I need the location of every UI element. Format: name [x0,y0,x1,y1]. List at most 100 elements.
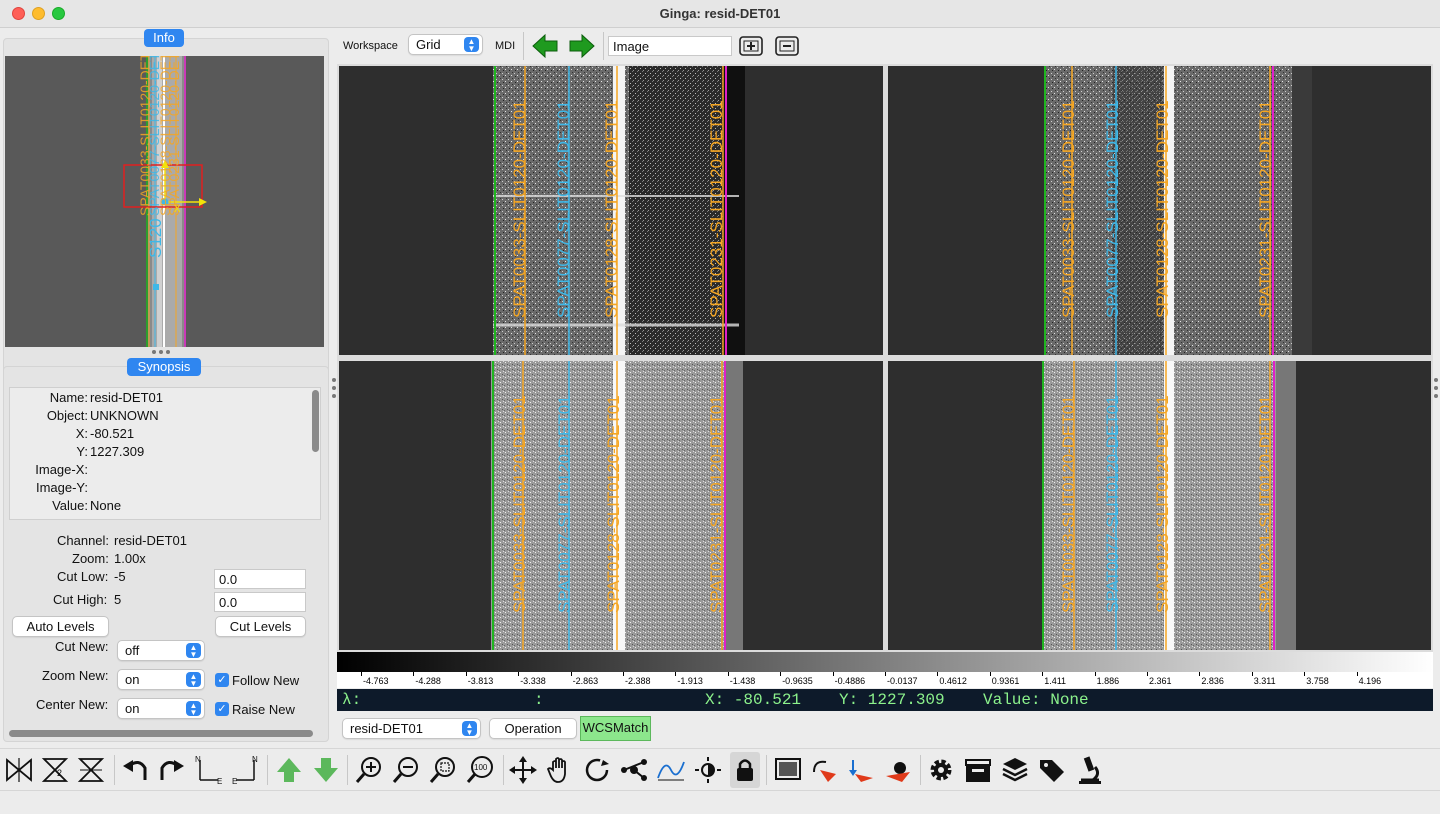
zoom-100-icon[interactable]: 100 [464,754,496,786]
pan-label-spat0231: SPAT0231-SLIT0120-DET01 [166,56,182,216]
slit-label: SPAT0128-SLIT0120-DET01 [602,100,621,318]
splitter-handle-dot[interactable] [152,350,156,354]
zoom-fit-icon[interactable] [427,754,459,786]
swap-xy-icon[interactable] [75,754,107,786]
image-viewer-1[interactable]: SPAT0033-SLIT0120-DET01 SPAT0077-SLIT012… [339,66,883,355]
network-icon[interactable] [618,754,650,786]
center-new-label: Center New: [36,697,109,712]
info-scrollbar[interactable] [312,390,319,452]
pan-icon[interactable] [507,754,539,786]
workspace-select[interactable]: Grid ▲ ▼ [408,34,483,55]
pane-splitter-dot[interactable] [332,394,336,398]
info-value: 1227.309 [90,444,145,459]
contrast-icon[interactable] [655,754,687,786]
rotate-ccw-icon[interactable] [119,754,151,786]
synopsis-h-scrollbar[interactable] [9,730,313,737]
info-label: Image-Y: [35,480,88,495]
colorbar-tick-mark [1094,672,1096,676]
prev-channel-icon[interactable] [531,33,559,59]
screen-icon[interactable] [772,754,804,786]
pane-splitter-dot[interactable] [332,378,336,382]
follow-new-checkbox[interactable]: ✓ [215,673,229,687]
colorbar-tick-label: -4.288 [415,676,441,686]
add-channel-icon[interactable] [738,34,764,58]
channel-name-input[interactable]: Image [608,36,732,56]
next-channel-icon[interactable] [568,33,596,59]
image-viewer-3[interactable]: SPAT0033-SLIT0120-DET01 SPAT0077-SLIT012… [339,361,883,650]
colorbar-tick-mark [1356,672,1358,676]
center-new-select[interactable]: on ▲ ▼ [117,698,205,719]
cut-high-input[interactable]: 0.0 [214,592,306,612]
splitter-handle-dot[interactable] [159,350,163,354]
flip-y-icon[interactable]: 2 [39,754,71,786]
cut-new-select[interactable]: off ▲ ▼ [117,640,205,661]
wcsmatch-button[interactable]: WCSMatch [580,716,651,741]
colorbar-tick-mark [570,672,572,676]
microscope-icon[interactable] [1073,754,1105,786]
info-row-value: Value: None [10,498,310,516]
colorbar-tick-mark [1042,672,1044,676]
divider [920,755,921,785]
pane-splitter-dot[interactable] [1434,378,1438,382]
image-viewer-4[interactable]: SPAT0033-SLIT0120-DET01 SPAT0077-SLIT012… [888,361,1431,650]
cut-down-icon[interactable] [845,754,877,786]
cut-reset-icon[interactable] [882,754,914,786]
pane-splitter-dot[interactable] [332,386,336,390]
auto-levels-button[interactable]: Auto Levels [12,616,109,637]
next-image-icon[interactable] [310,754,342,786]
cycle-icon[interactable] [581,754,613,786]
lock-icon[interactable] [729,754,761,786]
colorbar-tick-mark [727,672,729,676]
layers-icon[interactable] [999,754,1031,786]
prev-image-icon[interactable] [273,754,305,786]
delete-channel-icon[interactable] [774,34,800,58]
zoom-label: Zoom: [72,551,109,566]
channel-select[interactable]: resid-DET01 ▲ ▼ [342,718,481,739]
north-label: N [252,755,258,764]
pan-viewer[interactable]: SPAT0033-SLIT0120-DET01 SPAT0077-SLIT012… [5,56,324,347]
brightness-icon[interactable] [692,754,724,786]
clapper-icon[interactable] [962,754,994,786]
tags-icon[interactable] [1036,754,1068,786]
raise-new-checkbox[interactable]: ✓ [215,702,229,716]
pane-splitter-dot[interactable] [1434,386,1438,390]
divider [267,755,268,785]
zoom-new-value: on [125,672,140,687]
orient-ne-alt-icon[interactable]: NE [230,754,262,786]
pane-splitter-dot[interactable] [1434,394,1438,398]
zoom-in-icon[interactable] [353,754,385,786]
north-label: N [195,755,201,764]
zoom-out-icon[interactable] [390,754,422,786]
channel-select-value: resid-DET01 [350,721,423,736]
slit-label: SPAT0231-SLIT0120-DET01 [707,395,726,613]
colorbar-tick-mark [780,672,782,676]
flip-x-icon[interactable] [3,754,35,786]
orient-ne-icon[interactable]: NE [192,754,224,786]
readout-lambda: λ: [342,691,362,709]
colorbar-tick-label: 1.886 [1096,676,1120,686]
zoom-new-select[interactable]: on ▲ ▼ [117,669,205,690]
cut-levels-button[interactable]: Cut Levels [215,616,306,637]
undo-cut-icon[interactable] [808,754,840,786]
info-label: Object: [46,408,88,423]
operation-button[interactable]: Operation [489,718,577,739]
cut-low-input[interactable]: 0.0 [214,569,306,589]
info-row-object: Object: UNKNOWN [10,408,310,426]
synopsis-tab[interactable]: Synopsis [127,358,201,376]
hand-icon[interactable] [544,754,576,786]
rotate-cw-icon[interactable] [156,754,188,786]
pan-x-label: X [174,204,181,215]
zoom-value: 1.00x [114,551,146,566]
info-label: X: [75,426,88,441]
splitter-handle-dot[interactable] [166,350,170,354]
main-toolbar: 2 NE NE 100 [0,748,1440,790]
slit-label: SPAT0128-SLIT0120-DET01 [1153,100,1172,318]
info-row-name: Name: resid-DET01 [10,390,310,408]
colorbar-tick-label: -0.9635 [782,676,813,686]
image-viewer-2[interactable]: SPAT0033-SLIT0120-DET01 SPAT0077-SLIT012… [888,66,1431,355]
follow-new-label: Follow New [232,673,300,688]
cut-low-label: Cut Low: [57,569,109,584]
settings-icon[interactable] [925,754,957,786]
colorbar[interactable]: -4.763 -4.288 -3.813 -3.338 -2.863 -2.388 -1.9… [337,652,1433,688]
info-tab[interactable]: Info [144,29,184,47]
